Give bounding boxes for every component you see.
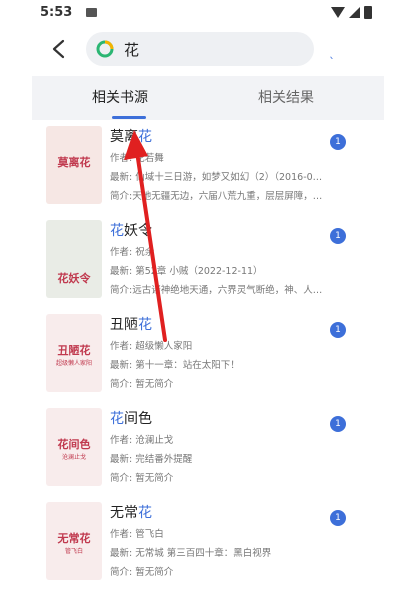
cover-subtitle: 超级懒人家阳 bbox=[55, 360, 92, 367]
cover-title: 无常花 bbox=[57, 532, 91, 545]
book-intro: 简介:天地无疆无边，六届八荒九重，层层屏障，重… bbox=[110, 191, 328, 202]
book-latest-chapter: 最新: 无常城 第三百四十章：黑白视界 bbox=[110, 548, 272, 559]
list-item[interactable]: 花间色 沧澜止戈 花间色 作者: 沧澜止戈 最新: 完结番外提醒 简介: 暂无简… bbox=[0, 408, 400, 498]
book-cover: 花妖令 bbox=[46, 220, 102, 298]
book-cover: 莫离花 bbox=[46, 126, 102, 204]
book-intro: 简介: 暂无简介 bbox=[110, 473, 174, 484]
back-arrow-icon bbox=[52, 39, 65, 59]
book-author: 作者: 沧澜止戈 bbox=[110, 435, 174, 446]
book-title: 花妖令 bbox=[110, 223, 152, 239]
book-author: 作者: 超级懒人家阳 bbox=[110, 341, 193, 352]
book-cover: 花间色 沧澜止戈 bbox=[46, 408, 102, 486]
wifi-icon bbox=[331, 7, 345, 18]
book-intro: 简介: 暂无简介 bbox=[110, 379, 174, 390]
book-cover: 无常花 管飞白 bbox=[46, 502, 102, 580]
book-title: 无常花 bbox=[110, 505, 152, 521]
back-button[interactable] bbox=[48, 36, 70, 62]
more-button[interactable]: ˎ bbox=[329, 45, 335, 59]
search-input[interactable]: 花 bbox=[86, 32, 314, 66]
book-intro: 简介:远古诸神绝地天通，六界灵气断绝，神、人、… bbox=[110, 285, 328, 296]
list-item[interactable]: 丑陋花 超级懒人家阳 丑陋花 作者: 超级懒人家阳 最新: 第十一章：站在太阳下… bbox=[0, 314, 400, 404]
source-count-badge: 1 bbox=[330, 510, 346, 526]
status-icons bbox=[331, 6, 372, 19]
book-title: 花间色 bbox=[110, 411, 152, 427]
status-bar: 5:53 bbox=[0, 0, 400, 26]
source-count-badge: 1 bbox=[330, 322, 346, 338]
cover-title: 莫离花 bbox=[57, 156, 91, 169]
search-header: 花 ˎ bbox=[0, 28, 400, 72]
tab-related-sources[interactable]: 相关书源 bbox=[92, 76, 148, 120]
book-title: 莫离花 bbox=[110, 129, 152, 145]
cover-title: 丑陋花 bbox=[57, 344, 91, 357]
book-intro: 简介: 暂无简介 bbox=[110, 567, 174, 578]
search-query: 花 bbox=[124, 41, 140, 59]
book-title: 丑陋花 bbox=[110, 317, 152, 333]
image-notification-icon bbox=[86, 8, 97, 17]
list-item[interactable]: 花妖令 花妖令 作者: 祝余 最新: 第52章 小贼（2022-12-11） 简… bbox=[0, 220, 400, 310]
tab-related-results[interactable]: 相关结果 bbox=[258, 76, 314, 120]
source-count-badge: 1 bbox=[330, 228, 346, 244]
status-time: 5:53 bbox=[40, 5, 73, 20]
book-author: 作者: 祝余 bbox=[110, 247, 155, 258]
battery-icon bbox=[364, 6, 372, 19]
book-author: 作者: 管飞白 bbox=[110, 529, 164, 540]
book-latest-chapter: 最新: 第十一章：站在太阳下！ bbox=[110, 360, 240, 371]
app-logo-icon bbox=[96, 40, 114, 58]
list-item[interactable]: 莫离花 莫离花 作者: 花若舞 最新: 仙域十三日游，如梦又如幻（2）（2016… bbox=[0, 126, 400, 216]
book-author: 作者: 花若舞 bbox=[110, 153, 164, 164]
book-cover: 丑陋花 超级懒人家阳 bbox=[46, 314, 102, 392]
source-count-badge: 1 bbox=[330, 416, 346, 432]
cover-subtitle: 管飞白 bbox=[64, 548, 83, 555]
cover-title: 花间色 bbox=[57, 438, 91, 451]
active-tab-indicator bbox=[112, 116, 146, 119]
signal-icon bbox=[349, 7, 360, 18]
tab-bar: 相关书源 相关结果 bbox=[32, 76, 384, 120]
book-latest-chapter: 最新: 仙域十三日游，如梦又如幻（2）（2016-03-08） bbox=[110, 172, 328, 183]
list-item[interactable]: 无常花 管飞白 无常花 作者: 管飞白 最新: 无常城 第三百四十章：黑白视界 … bbox=[0, 502, 400, 592]
cover-title: 花妖令 bbox=[57, 272, 91, 285]
cover-subtitle: 沧澜止戈 bbox=[61, 454, 86, 461]
book-latest-chapter: 最新: 完结番外提醒 bbox=[110, 454, 193, 465]
book-latest-chapter: 最新: 第52章 小贼（2022-12-11） bbox=[110, 266, 263, 277]
source-count-badge: 1 bbox=[330, 134, 346, 150]
